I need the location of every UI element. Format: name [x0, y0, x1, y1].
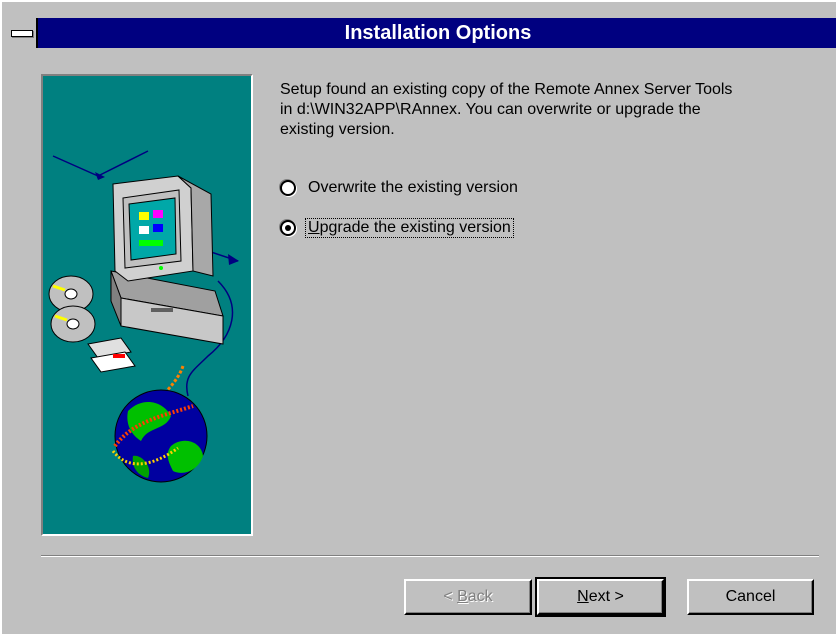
setup-illustration	[41, 74, 253, 536]
radio-selected-dot	[285, 225, 291, 231]
upgrade-option[interactable]: Upgrade the existing version	[280, 216, 514, 240]
footer-separator	[41, 555, 819, 557]
message-line-2: in d:\WIN32APP\RAnnex. You can overwrite…	[280, 101, 701, 118]
overwrite-option[interactable]: Overwrite the existing version	[280, 176, 520, 200]
back-button[interactable]: < Back	[404, 579, 532, 615]
back-prefix: <	[443, 588, 458, 605]
next-rest: ext >	[588, 588, 624, 605]
back-rest: ack	[467, 588, 493, 605]
back-mnemonic: B	[457, 588, 468, 605]
message-line-3: existing version.	[280, 121, 395, 138]
installation-options-dialog: Installation Options Setup found an exis…	[0, 0, 836, 634]
upgrade-option-label: Upgrade the existing version	[305, 218, 514, 238]
floppy-disk-icon	[87, 337, 136, 373]
upgrade-radio-button[interactable]	[280, 220, 296, 236]
globe-icon	[111, 365, 208, 483]
system-menu-icon[interactable]	[4, 18, 38, 48]
overwrite-option-label: Overwrite the existing version	[308, 179, 518, 196]
next-button[interactable]: Next >	[535, 577, 666, 617]
computer-icon	[110, 175, 224, 345]
cancel-label: Cancel	[725, 588, 776, 605]
next-mnemonic: N	[577, 588, 589, 605]
upgrade-label-rest: pgrade the existing version	[319, 219, 511, 236]
overwrite-radio-button[interactable]	[280, 180, 296, 196]
upgrade-mnemonic: U	[308, 219, 320, 236]
cancel-button[interactable]: Cancel	[687, 579, 814, 615]
window-title: Installation Options	[344, 22, 532, 44]
message-line-1: Setup found an existing copy of the Remo…	[280, 81, 733, 98]
title-bar: Installation Options	[4, 18, 836, 48]
cd-disc-icon	[48, 275, 96, 343]
setup-message: Setup found an existing copy of the Remo…	[280, 80, 820, 140]
